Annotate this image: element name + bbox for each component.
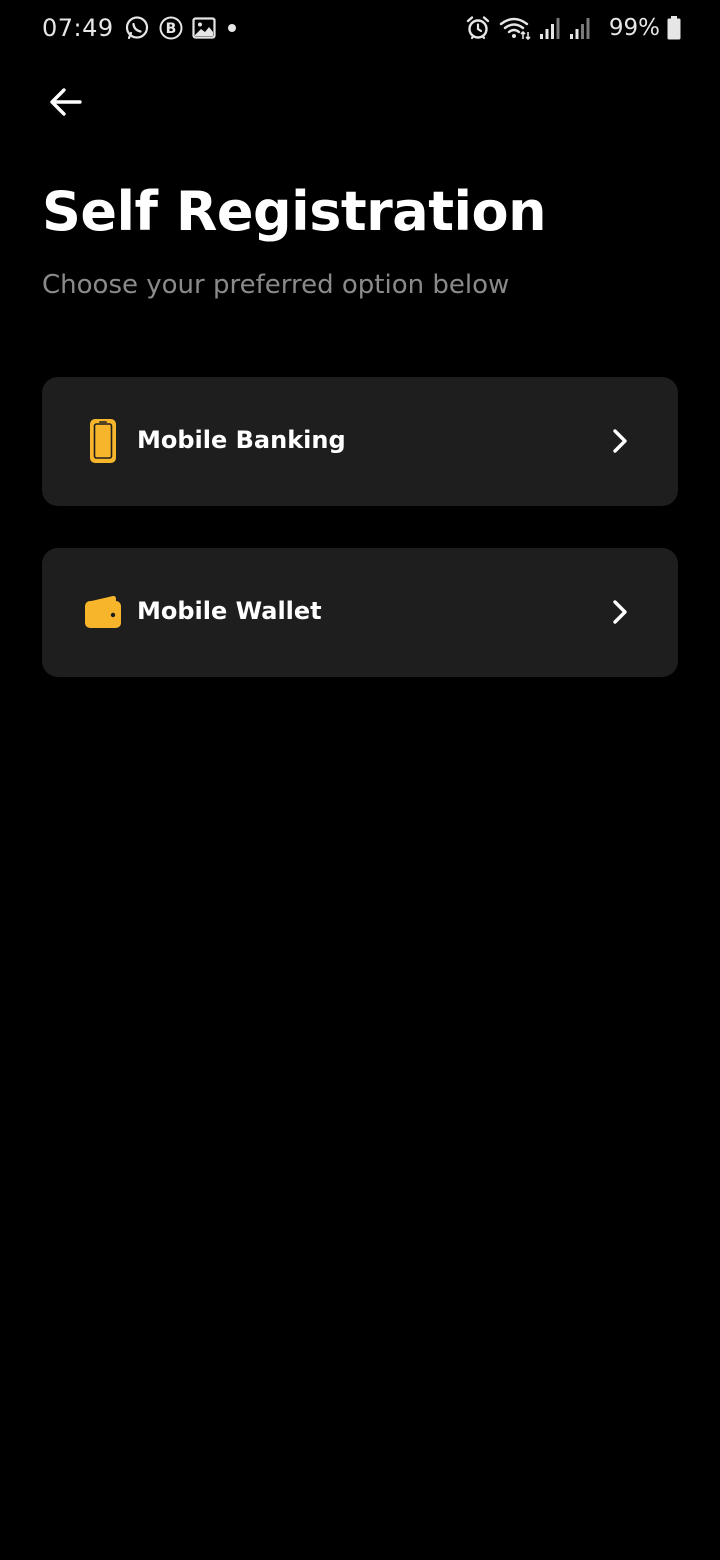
gallery-icon (192, 17, 216, 39)
back-button[interactable] (40, 78, 92, 126)
battery-icon (666, 15, 682, 41)
b-circle-icon: B (158, 15, 184, 41)
arrow-left-icon (50, 88, 82, 116)
dot-icon (224, 20, 240, 36)
status-left: 07:49 B (42, 12, 248, 44)
chevron-right-icon (608, 425, 632, 457)
mobile-wallet-label: Mobile Wallet (137, 597, 322, 625)
alarm-icon (465, 15, 491, 41)
svg-text:B: B (165, 21, 176, 37)
mobile-banking-option[interactable]: Mobile Banking (42, 377, 678, 506)
wifi-icon (499, 15, 531, 41)
phone-icon (82, 417, 124, 465)
page-subtitle: Choose your preferred option below (42, 270, 510, 300)
status-time: 07:49 (42, 14, 114, 42)
wallet-icon (82, 588, 124, 636)
signal-icon (569, 16, 591, 40)
page-title: Self Registration (42, 180, 547, 243)
status-right: 99% (465, 12, 682, 44)
signal-icon (539, 16, 561, 40)
whatsapp-icon (124, 15, 150, 41)
battery-percent: 99% (608, 15, 660, 41)
mobile-banking-label: Mobile Banking (137, 426, 346, 454)
mobile-wallet-option[interactable]: Mobile Wallet (42, 548, 678, 677)
status-bar: 07:49 B 99% (0, 0, 720, 56)
chevron-right-icon (608, 596, 632, 628)
